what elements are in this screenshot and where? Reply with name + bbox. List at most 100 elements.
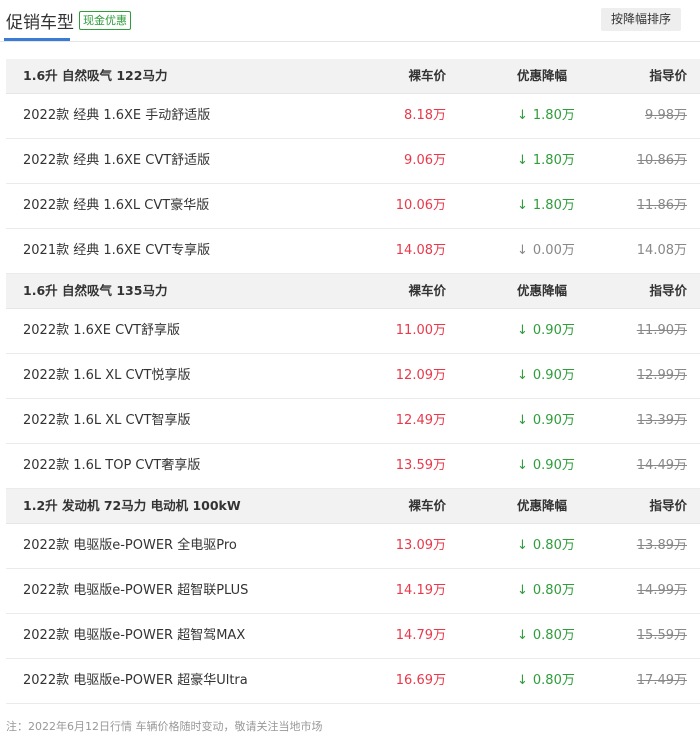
discount-value: 0.90万 xyxy=(532,458,575,473)
bare-price: 14.79万 xyxy=(395,628,446,643)
model-name[interactable]: 2022款 经典 1.6XE 手动舒适版 xyxy=(23,94,210,138)
bare-price: 12.49万 xyxy=(395,413,446,428)
column-header-price: 裸车价 xyxy=(408,68,446,83)
table-row[interactable]: 2022款 电驱版e-POWER 超智驾MAX 14.79万 ↓ 0.80万 15.59… xyxy=(6,614,700,659)
discount-value: 0.80万 xyxy=(532,628,575,643)
model-name[interactable]: 2022款 1.6L XL CVT智享版 xyxy=(23,399,190,443)
model-name[interactable]: 2022款 电驱版e-POWER 超豪华Ultra xyxy=(23,659,248,703)
discount-value: 1.80万 xyxy=(532,198,575,213)
arrow-down-icon: ↓ xyxy=(517,198,528,213)
table-row[interactable]: 2022款 经典 1.6XL CVT豪华版 10.06万 ↓ 1.80万 11.86万 xyxy=(6,184,700,229)
group-header: 1.6升 自然吸气 122马力 裸车价 优惠降幅 指导价 xyxy=(6,59,700,94)
arrow-down-icon: ↓ xyxy=(517,368,528,383)
model-name[interactable]: 2022款 1.6XE CVT舒享版 xyxy=(23,309,180,353)
discount-amount: ↓ 1.80万 xyxy=(517,139,575,183)
promotion-table: 1.6升 自然吸气 122马力 裸车价 优惠降幅 指导价 2022款 经典 1.6XE … xyxy=(6,59,700,704)
guide-price: 13.39万 xyxy=(636,413,687,428)
cash-discount-tag: 现金优惠 xyxy=(79,11,131,30)
table-row[interactable]: 2022款 1.6L XL CVT悦享版 12.09万 ↓ 0.90万 12.99万 xyxy=(6,354,700,399)
model-name[interactable]: 2022款 经典 1.6XE CVT舒适版 xyxy=(23,139,210,183)
discount-value: 0.80万 xyxy=(532,583,575,598)
guide-price: 12.99万 xyxy=(636,368,687,383)
bare-price: 14.08万 xyxy=(395,243,446,258)
guide-price: 17.49万 xyxy=(636,673,687,688)
model-name[interactable]: 2022款 电驱版e-POWER 超智驾MAX xyxy=(23,614,245,658)
discount-value: 0.80万 xyxy=(532,673,575,688)
discount-value: 1.80万 xyxy=(532,153,575,168)
discount-amount: ↓ 1.80万 xyxy=(517,94,575,138)
discount-amount: ↓ 0.80万 xyxy=(517,524,575,568)
guide-price: 13.89万 xyxy=(636,538,687,553)
column-header-discount: 优惠降幅 xyxy=(517,283,568,298)
guide-price: 11.86万 xyxy=(636,198,687,213)
header: 促销车型 现金优惠 按降幅排序 xyxy=(0,0,700,42)
column-header-guide-price: 指导价 xyxy=(649,68,687,83)
discount-amount: ↓ 0.80万 xyxy=(517,614,575,658)
table-row[interactable]: 2022款 经典 1.6XE CVT舒适版 9.06万 ↓ 1.80万 10.86万 xyxy=(6,139,700,184)
guide-price: 14.99万 xyxy=(636,583,687,598)
arrow-down-icon: ↓ xyxy=(517,538,528,553)
model-name[interactable]: 2022款 1.6L TOP CVT奢享版 xyxy=(23,444,200,488)
table-row[interactable]: 2021款 经典 1.6XE CVT专享版 14.08万 ↓ 0.00万 14.08万 xyxy=(6,229,700,274)
arrow-down-icon: ↓ xyxy=(517,458,528,473)
guide-price: 11.90万 xyxy=(636,323,687,338)
arrow-down-icon: ↓ xyxy=(517,673,528,688)
model-name[interactable]: 2022款 电驱版e-POWER 全电驱Pro xyxy=(23,524,237,568)
discount-amount: ↓ 0.90万 xyxy=(517,444,575,488)
discount-value: 0.90万 xyxy=(532,413,575,428)
model-name[interactable]: 2022款 经典 1.6XL CVT豪华版 xyxy=(23,184,209,228)
discount-value: 0.80万 xyxy=(532,538,575,553)
bare-price: 8.18万 xyxy=(404,108,446,123)
discount-value: 0.90万 xyxy=(532,368,575,383)
discount-value: 1.80万 xyxy=(532,108,575,123)
column-header-guide-price: 指导价 xyxy=(649,283,687,298)
bare-price: 9.06万 xyxy=(404,153,446,168)
group-title: 1.6升 自然吸气 135马力 xyxy=(23,283,168,298)
model-name[interactable]: 2022款 电驱版e-POWER 超智联PLUS xyxy=(23,569,248,613)
column-header-price: 裸车价 xyxy=(408,498,446,513)
group-header: 1.6升 自然吸气 135马力 裸车价 优惠降幅 指导价 xyxy=(6,274,700,309)
discount-amount: ↓ 0.90万 xyxy=(517,354,575,398)
table-row[interactable]: 2022款 电驱版e-POWER 全电驱Pro 13.09万 ↓ 0.80万 13.89… xyxy=(6,524,700,569)
bare-price: 14.19万 xyxy=(395,583,446,598)
guide-price: 15.59万 xyxy=(636,628,687,643)
discount-amount: ↓ 0.80万 xyxy=(517,659,575,703)
guide-price: 14.49万 xyxy=(636,458,687,473)
discount-amount: ↓ 1.80万 xyxy=(517,184,575,228)
sort-by-discount-button[interactable]: 按降幅排序 xyxy=(601,8,681,31)
active-tab-indicator xyxy=(4,38,70,41)
arrow-down-icon: ↓ xyxy=(517,153,528,168)
discount-amount: ↓ 0.80万 xyxy=(517,569,575,613)
bare-price: 10.06万 xyxy=(395,198,446,213)
arrow-down-icon: ↓ xyxy=(517,243,528,258)
group-header: 1.2升 发动机 72马力 电动机 100kW 裸车价 优惠降幅 指导价 xyxy=(6,489,700,524)
arrow-down-icon: ↓ xyxy=(517,108,528,123)
table-row[interactable]: 2022款 经典 1.6XE 手动舒适版 8.18万 ↓ 1.80万 9.98万 xyxy=(6,94,700,139)
column-header-guide-price: 指导价 xyxy=(649,498,687,513)
arrow-down-icon: ↓ xyxy=(517,583,528,598)
group-title: 1.6升 自然吸气 122马力 xyxy=(23,68,168,83)
bare-price: 13.09万 xyxy=(395,538,446,553)
column-header-discount: 优惠降幅 xyxy=(517,68,568,83)
discount-amount: ↓ 0.90万 xyxy=(517,309,575,353)
table-row[interactable]: 2022款 1.6L XL CVT智享版 12.49万 ↓ 0.90万 13.39万 xyxy=(6,399,700,444)
group-title: 1.2升 发动机 72马力 电动机 100kW xyxy=(23,498,241,513)
bare-price: 11.00万 xyxy=(395,323,446,338)
model-name[interactable]: 2021款 经典 1.6XE CVT专享版 xyxy=(23,229,210,273)
table-row[interactable]: 2022款 电驱版e-POWER 超智联PLUS 14.19万 ↓ 0.80万 14.9… xyxy=(6,569,700,614)
column-header-discount: 优惠降幅 xyxy=(517,498,568,513)
table-row[interactable]: 2022款 1.6L TOP CVT奢享版 13.59万 ↓ 0.90万 14.49万 xyxy=(6,444,700,489)
table-row[interactable]: 2022款 1.6XE CVT舒享版 11.00万 ↓ 0.90万 11.90万 xyxy=(6,309,700,354)
table-row[interactable]: 2022款 电驱版e-POWER 超豪华Ultra 16.69万 ↓ 0.80万 17.… xyxy=(6,659,700,704)
discount-value: 0.00万 xyxy=(532,243,575,258)
arrow-down-icon: ↓ xyxy=(517,413,528,428)
bare-price: 16.69万 xyxy=(395,673,446,688)
guide-price: 10.86万 xyxy=(636,153,687,168)
arrow-down-icon: ↓ xyxy=(517,628,528,643)
bare-price: 13.59万 xyxy=(395,458,446,473)
column-header-price: 裸车价 xyxy=(408,283,446,298)
arrow-down-icon: ↓ xyxy=(517,323,528,338)
discount-value: 0.90万 xyxy=(532,323,575,338)
discount-amount: ↓ 0.90万 xyxy=(517,399,575,443)
model-name[interactable]: 2022款 1.6L XL CVT悦享版 xyxy=(23,354,190,398)
